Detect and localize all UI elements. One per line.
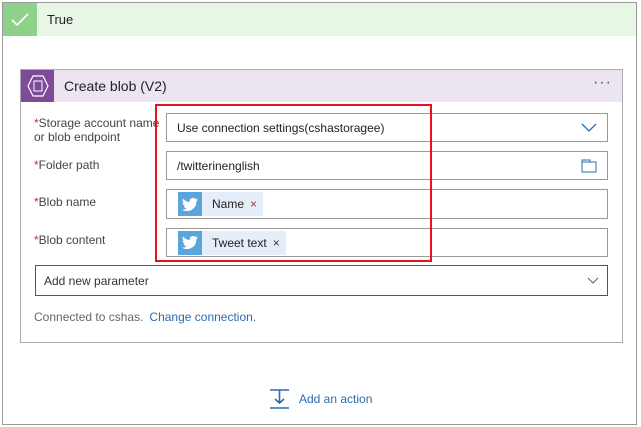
true-branch-header[interactable]: True [3,3,636,36]
add-action-button[interactable]: Add an action [269,388,372,410]
more-options-button[interactable]: ··· [593,74,612,92]
blob-content-label: *Blob content [34,233,106,247]
chevron-down-icon [587,277,599,284]
connection-info: Connected to cshas. Change connection. [34,310,256,324]
highlight-box [155,104,432,262]
add-new-parameter-dropdown[interactable]: Add new parameter [35,265,608,296]
card-header[interactable]: Create blob (V2) ··· [21,70,622,102]
connected-text: Connected to cshas. [34,310,144,324]
folder-path-label: *Folder path [34,158,100,172]
change-connection-link[interactable]: Change connection. [149,310,256,324]
blob-storage-icon [21,70,54,102]
card-title: Create blob (V2) [64,78,167,94]
branch-label: True [47,12,74,27]
blob-name-label: *Blob name [34,195,97,209]
chevron-down-icon [581,123,597,132]
add-param-label: Add new parameter [44,273,149,288]
folder-icon[interactable] [581,159,597,173]
check-icon [3,3,37,36]
add-action-icon [270,389,289,409]
storage-account-label: *Storage account name or blob endpoint [34,116,160,144]
add-action-label: Add an action [299,392,373,406]
